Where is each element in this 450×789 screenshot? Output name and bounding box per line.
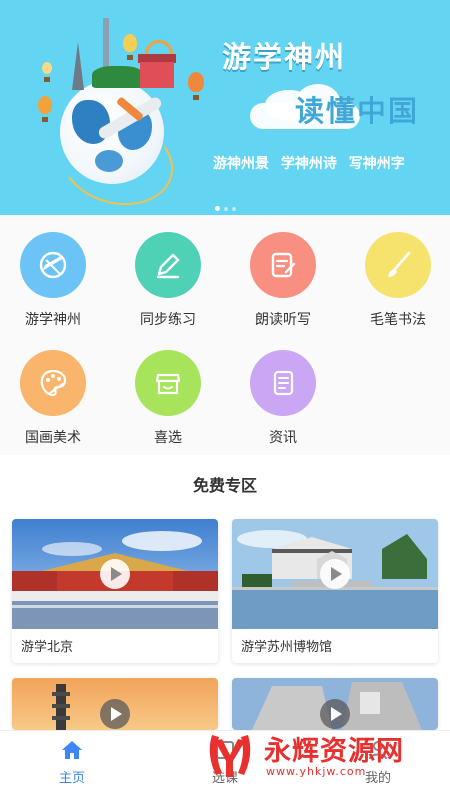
- carousel-dot[interactable]: [223, 207, 228, 211]
- watermark-logo-icon: [209, 735, 251, 777]
- video-card[interactable]: [12, 678, 218, 730]
- news-icon: [250, 350, 316, 416]
- tagline-item: 写神州字: [348, 156, 405, 172]
- hot-air-balloon-icon: [188, 72, 204, 100]
- menu-item-zixun[interactable]: 资讯: [233, 350, 333, 447]
- video-card[interactable]: [232, 678, 438, 730]
- home-icon: [32, 739, 112, 761]
- video-thumbnail: [232, 678, 438, 730]
- menu-item-label: 同步练习: [140, 312, 196, 328]
- menu-item-label: 喜选: [154, 430, 182, 446]
- watermark: 永辉资源网 www.yhkjw.com: [200, 725, 440, 785]
- menu-item-xixuan[interactable]: 喜选: [118, 350, 218, 447]
- globe-plane-icon: [20, 232, 86, 298]
- carousel-indicator[interactable]: [0, 206, 450, 211]
- banner-tagline: 游神州景 学神州诗 写神州字: [213, 153, 433, 173]
- tagline-item: 游神州景: [213, 156, 269, 172]
- menu-item-label: 国画美术: [25, 430, 81, 446]
- tagline-item: 学神州诗: [280, 156, 337, 172]
- shop-icon: [135, 350, 201, 416]
- hot-air-balloon-icon: [42, 62, 52, 82]
- trees-illustration: [92, 66, 144, 88]
- document-edit-icon: [250, 232, 316, 298]
- section-title: 免费专区: [192, 476, 257, 495]
- video-title: 游学苏州博物馆: [241, 640, 333, 655]
- hero-banner[interactable]: 游学神州 读懂中国 游神州景 学神州诗 写神州字: [0, 0, 450, 215]
- video-title: 游学北京: [21, 640, 74, 655]
- play-icon[interactable]: [100, 559, 130, 589]
- menu-item-label: 游学神州: [25, 312, 81, 328]
- menu-item-guohua[interactable]: 国画美术: [3, 350, 103, 447]
- video-thumbnail: [12, 519, 218, 629]
- menu-item-shufa[interactable]: 毛笔书法: [348, 232, 448, 329]
- palette-icon: [20, 350, 86, 416]
- banner-title: 游学神州: [222, 40, 347, 74]
- menu-item-tongbu[interactable]: 同步练习: [118, 232, 218, 329]
- feature-menu: 游学神州 同步练习 朗读听写 毛笔书法 国画美术 喜选 资讯: [0, 215, 450, 455]
- menu-item-label: 朗读听写: [255, 312, 311, 328]
- pencil-icon: [135, 232, 201, 298]
- eiffel-tower-illustration: [72, 42, 84, 90]
- video-thumbnail: [232, 519, 438, 629]
- brush-icon: [365, 232, 431, 298]
- video-card[interactable]: 游学苏州博物馆: [232, 519, 438, 663]
- menu-item-youxue[interactable]: 游学神州: [3, 232, 103, 329]
- menu-item-label: 资讯: [269, 430, 297, 446]
- play-icon[interactable]: [320, 559, 350, 589]
- video-card[interactable]: 游学北京: [12, 519, 218, 663]
- play-icon[interactable]: [100, 699, 130, 729]
- hot-air-balloon-icon: [38, 96, 52, 122]
- carousel-dot[interactable]: [214, 206, 220, 211]
- carousel-dot[interactable]: [231, 207, 236, 211]
- tab-label: 主页: [58, 771, 85, 786]
- watermark-text: 永辉资源网: [264, 736, 404, 767]
- tab-home[interactable]: 主页: [32, 739, 112, 786]
- hot-air-balloon-icon: [123, 34, 137, 60]
- watermark-url: www.yhkjw.com: [266, 765, 367, 778]
- video-thumbnail: [12, 678, 218, 730]
- menu-item-langdu[interactable]: 朗读听写: [233, 232, 333, 329]
- menu-item-label: 毛笔书法: [370, 312, 426, 328]
- castle-illustration: [140, 62, 174, 88]
- banner-subtitle: 读懂中国: [295, 94, 420, 128]
